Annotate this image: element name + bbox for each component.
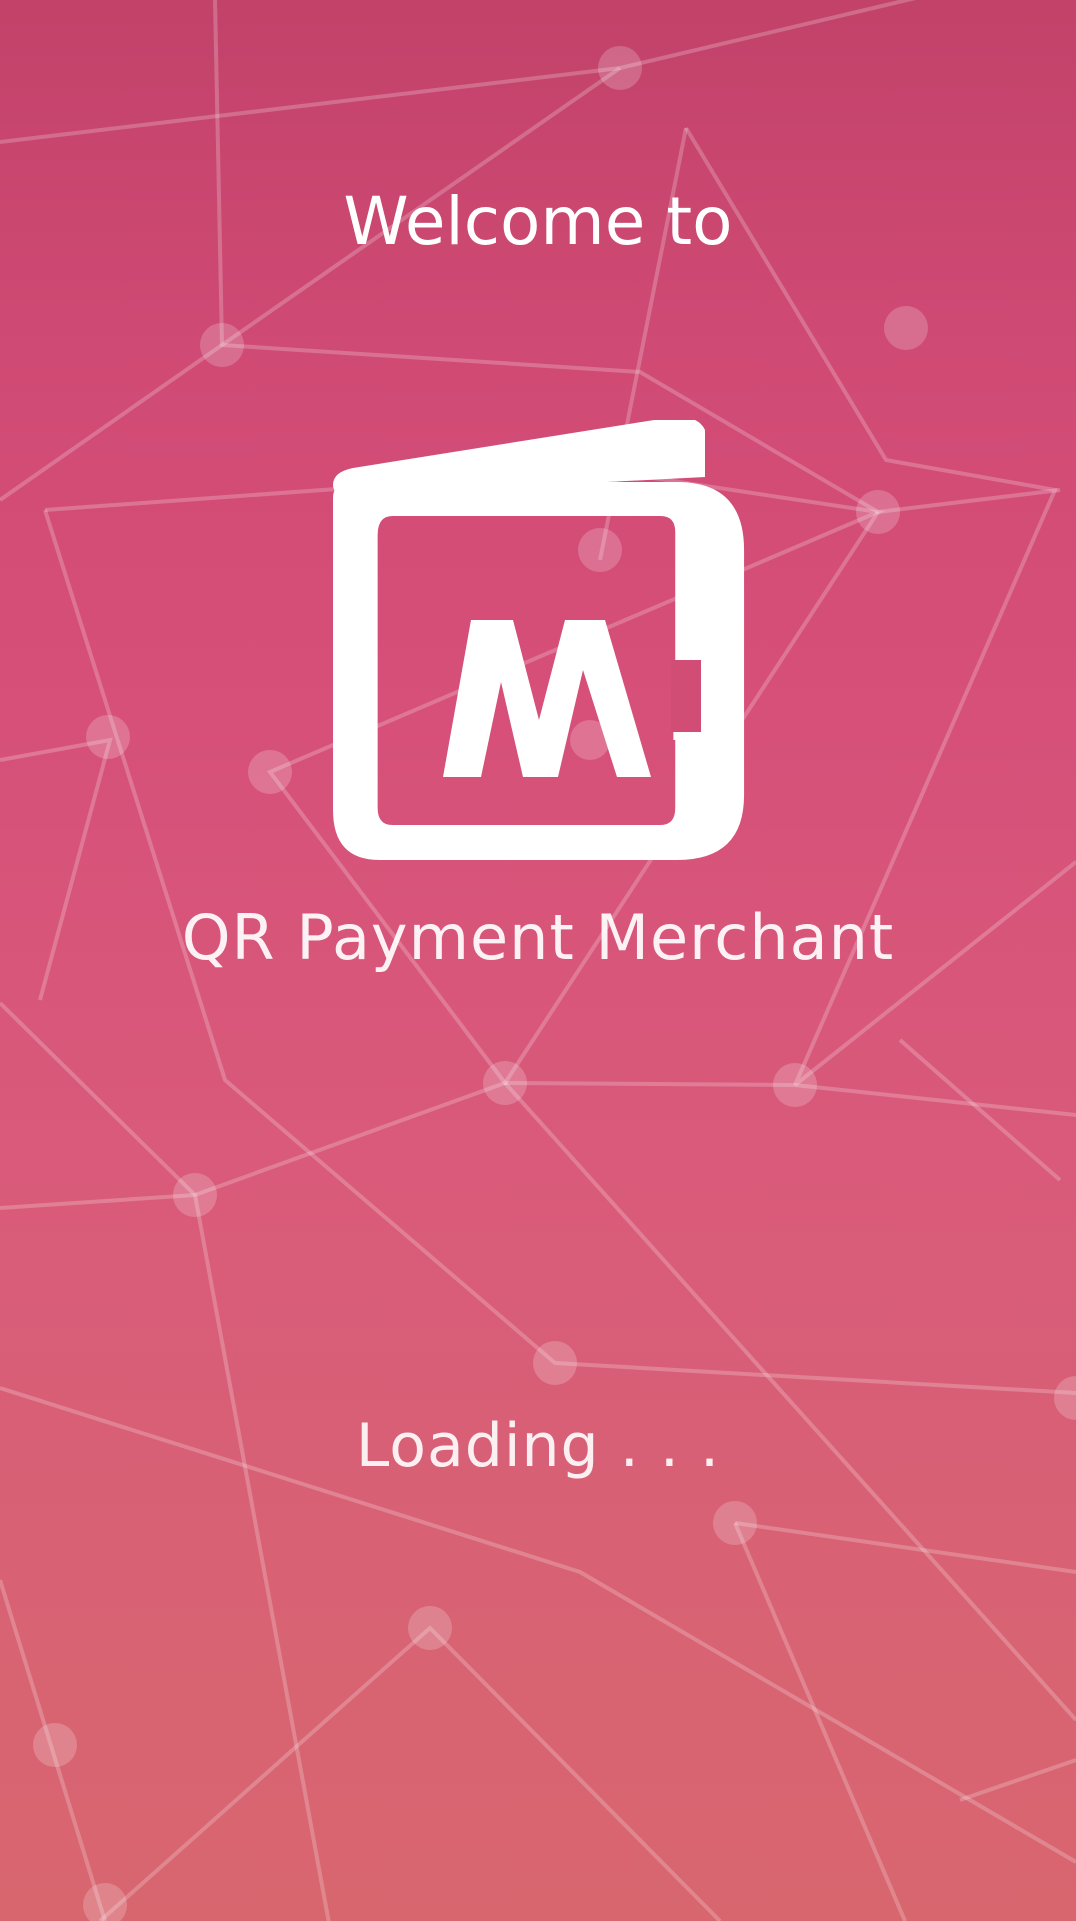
logo-letter-m — [443, 620, 651, 777]
loading-status: Loading . . . — [355, 1411, 721, 1481]
wallet-m-logo-icon — [333, 420, 745, 860]
splash-screen: Welcome to QR Payment Merchant Loading .… — [0, 0, 1076, 1921]
app-name-title: QR Payment Merchant — [181, 901, 895, 974]
welcome-text: Welcome to — [343, 183, 733, 260]
